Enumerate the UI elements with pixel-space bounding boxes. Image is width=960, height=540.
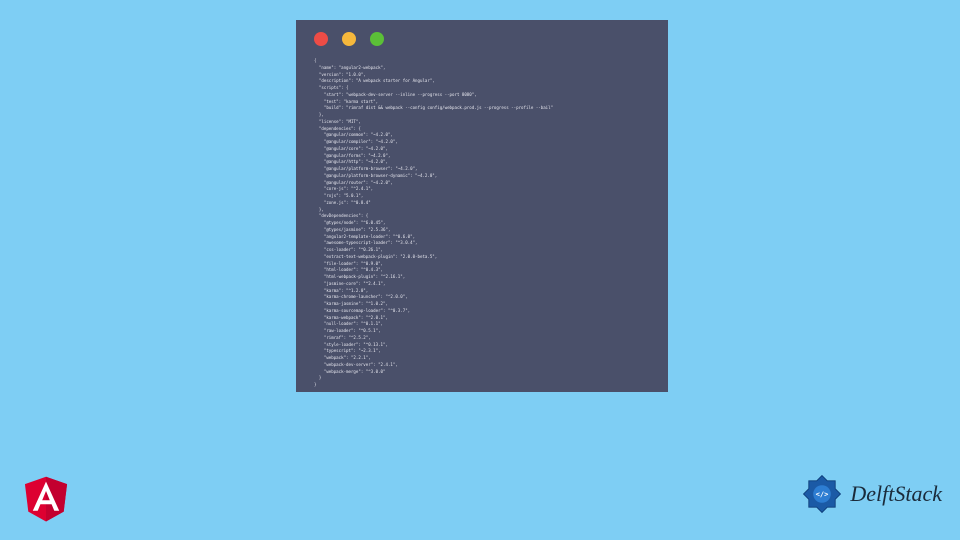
window-titlebar: [296, 20, 668, 52]
delftstack-mark-icon: </>: [800, 472, 844, 516]
svg-text:</>: </>: [816, 490, 829, 499]
zoom-icon[interactable]: [370, 32, 384, 46]
code-content: { "name": "angular2-webpack", "version":…: [296, 52, 668, 401]
angular-logo-icon: [18, 468, 74, 528]
minimize-icon[interactable]: [342, 32, 356, 46]
code-editor-window: { "name": "angular2-webpack", "version":…: [296, 20, 668, 392]
delftstack-logo: </> DelftStack: [800, 472, 942, 516]
close-icon[interactable]: [314, 32, 328, 46]
delftstack-text: DelftStack: [850, 481, 942, 507]
